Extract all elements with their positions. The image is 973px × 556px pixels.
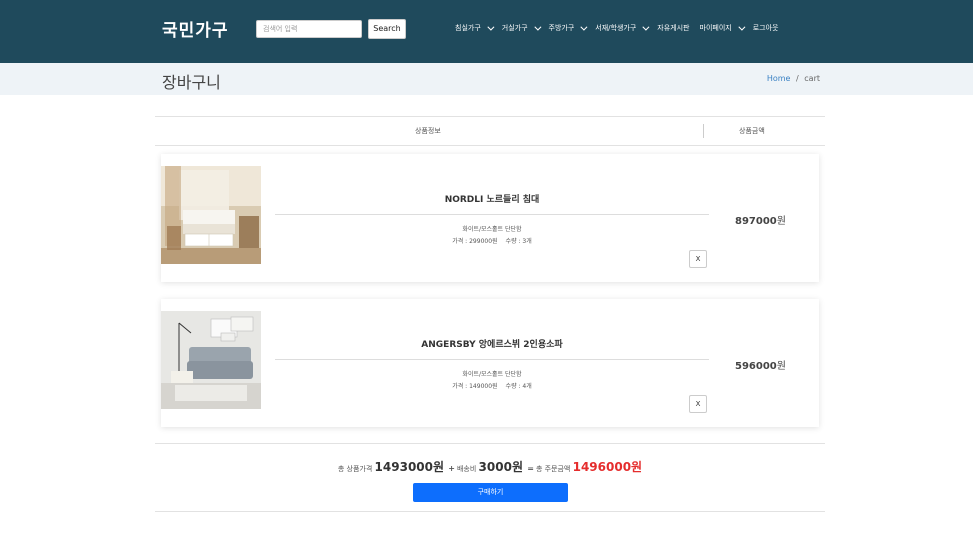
currency-unit: 원: [776, 216, 786, 227]
unit-price: 가격 : 149000원: [452, 383, 498, 390]
grand-total-value: 1496000원: [572, 460, 643, 474]
item-total: 897000원: [735, 212, 786, 227]
col-divider: [703, 124, 704, 138]
order-summary: 총 상품가격 1493000원 + 배송비 3000원 = 총 주문금액 14960…: [155, 443, 825, 512]
price-qty: 가격 : 299000원 수량 : 3개: [275, 236, 709, 245]
brand-logo[interactable]: 국민가구: [162, 16, 229, 41]
nav-label: 주방가구: [548, 24, 575, 32]
nav-label: 서재/학생가구: [595, 24, 637, 32]
chevron-down-icon: [487, 23, 495, 31]
nav-kitchen[interactable]: 주방가구: [548, 23, 588, 33]
nav-label: 침실가구: [455, 24, 481, 32]
equals-sign: =: [527, 464, 534, 473]
price-qty: 가격 : 149000원 수량 : 4개: [275, 381, 709, 390]
nav-board[interactable]: 자유게시판: [657, 23, 689, 33]
page-title: 장바구니: [162, 73, 221, 92]
chevron-down-icon: [533, 23, 541, 31]
chevron-down-icon: [580, 23, 588, 31]
nav-label: 거실가구: [501, 24, 528, 32]
divider: [275, 214, 709, 215]
product-option: 화이트/모스홀트 단단함: [462, 371, 522, 378]
currency-unit: 원: [776, 361, 786, 372]
nav-bedroom[interactable]: 침실가구: [455, 23, 495, 33]
col-header-info: 상품정보: [415, 127, 441, 135]
quantity: 수량 : 3개: [505, 238, 532, 245]
breadcrumb: Home / cart: [767, 74, 820, 83]
nav-label: 로그아웃: [752, 24, 779, 32]
search-input[interactable]: 검색어 입력: [256, 20, 362, 38]
chevron-down-icon: [738, 23, 746, 31]
shipping-value: 3000원: [478, 460, 523, 474]
chevron-down-icon: [642, 23, 650, 31]
cart-table: 상품정보 상품금액 NORDLI 노르들리 침대 화이트/모스홀트 단단함 가격…: [155, 116, 825, 427]
search-button[interactable]: Search: [368, 19, 406, 39]
item-total-value: 596000: [735, 361, 777, 372]
top-navbar: 국민가구 검색어 입력 Search 침실가구 거실가구 주방가구 서재/학생가…: [0, 0, 973, 63]
cart-item: NORDLI 노르들리 침대 화이트/모스홀트 단단함 가격 : 299000원…: [161, 154, 819, 282]
subtotal-value: 1493000원: [374, 460, 445, 474]
product-image-bed[interactable]: [161, 166, 261, 264]
main-nav: 침실가구 거실가구 주방가구 서재/학생가구 자유게시판 마이페이지 로그아웃: [455, 23, 778, 33]
nav-label: 마이페이지: [699, 24, 732, 32]
page-titlebar: 장바구니 Home / cart: [0, 63, 973, 95]
nav-label: 자유게시판: [657, 24, 690, 32]
nav-living[interactable]: 거실가구: [501, 23, 541, 33]
grand-total-label: 총 주문금액: [535, 465, 571, 473]
nav-logout[interactable]: 로그아웃: [753, 23, 779, 33]
nav-mypage[interactable]: 마이페이지: [699, 23, 746, 33]
remove-item-button[interactable]: X: [689, 250, 707, 268]
plus-sign: +: [448, 464, 455, 473]
product-name[interactable]: ANGERSBY 앙에르스뷔 2인용소파: [275, 337, 709, 350]
cart-item: ANGERSBY 앙에르스뷔 2인용소파 화이트/모스홀트 단단함 가격 : 1…: [161, 299, 819, 427]
purchase-button[interactable]: 구매하기: [413, 483, 568, 502]
breadcrumb-sep: /: [796, 74, 799, 83]
item-total: 596000원: [735, 357, 786, 372]
breadcrumb-home[interactable]: Home: [767, 74, 791, 83]
divider: [275, 359, 709, 360]
product-option: 화이트/모스홀트 단단함: [462, 226, 522, 233]
nav-study[interactable]: 서재/학생가구: [595, 23, 650, 33]
cart-header: 상품정보 상품금액: [155, 116, 825, 146]
unit-price: 가격 : 299000원: [452, 238, 498, 245]
subtotal-label: 총 상품가격: [337, 465, 373, 473]
summary-line: 총 상품가격 1493000원 + 배송비 3000원 = 총 주문금액 14960…: [155, 458, 825, 475]
product-name[interactable]: NORDLI 노르들리 침대: [275, 192, 709, 205]
breadcrumb-current: cart: [804, 74, 820, 83]
remove-item-button[interactable]: X: [689, 395, 707, 413]
quantity: 수량 : 4개: [505, 383, 532, 390]
shipping-label: 배송비: [456, 465, 477, 473]
col-header-price: 상품금액: [739, 127, 765, 135]
item-total-value: 897000: [735, 216, 777, 227]
product-image-sofa[interactable]: [161, 311, 261, 409]
